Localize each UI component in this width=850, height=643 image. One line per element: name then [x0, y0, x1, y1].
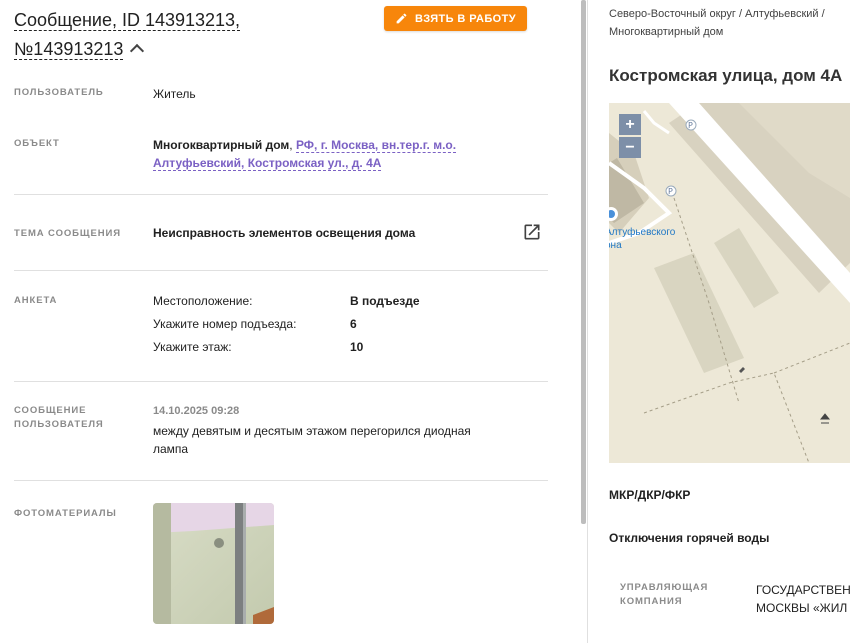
message-label-line-1: СООБЩЕНИЕ	[14, 405, 87, 416]
survey-question: Местоположение:	[153, 294, 253, 308]
object-address-title: Костромская улица, дом 4А	[609, 66, 843, 85]
open-external-icon[interactable]	[522, 222, 542, 242]
survey-answer: В подъезде	[350, 294, 420, 308]
map-place-label: Алтуфьевского она	[609, 226, 675, 252]
map-canvas: P P	[609, 103, 850, 463]
breadcrumb: Северо-Восточный округ / Алтуфьевский / …	[609, 8, 825, 38]
divider	[14, 480, 548, 481]
object-label: ОБЪЕКТ	[14, 138, 60, 149]
survey-label: АНКЕТА	[14, 295, 58, 306]
message-detail-panel: Сообщение, ID 143913213, №143913213 ВЗЯТ…	[0, 0, 585, 643]
survey-question: Укажите этаж:	[153, 340, 232, 354]
uk-label-line-2: КОМПАНИЯ	[620, 596, 683, 607]
message-label-line-2: ПОЛЬЗОВАТЕЛЯ	[14, 419, 104, 430]
uk-value-line-2: МОСКВЫ «ЖИЛ	[756, 601, 848, 615]
uk-value-line-1: ГОСУДАРСТВЕН	[756, 583, 850, 597]
map-place-label-line-2: она	[609, 240, 622, 251]
object-value: Многоквартирный дом, РФ, г. Москва, вн.т…	[153, 136, 548, 172]
divider	[14, 270, 548, 271]
section-hot-water[interactable]: Отключения горячей воды	[609, 531, 769, 545]
photo-image	[153, 503, 274, 624]
svg-text:P: P	[688, 121, 693, 130]
user-value: Житель	[153, 87, 196, 101]
object-sidebar: Северо-Восточный округ / Алтуфьевский / …	[588, 0, 850, 643]
uk-label-line-1: УПРАВЛЯЮЩАЯ	[620, 582, 709, 593]
survey-answer: 6	[350, 317, 357, 331]
zoom-out-button[interactable]: −	[619, 137, 641, 158]
chevron-up-icon[interactable]	[130, 43, 145, 59]
object-type: Многоквартирный дом	[153, 138, 290, 152]
photos-label: ФОТОМАТЕРИАЛЫ	[14, 508, 117, 519]
message-label: СООБЩЕНИЕ ПОЛЬЗОВАТЕЛЯ	[14, 404, 104, 432]
survey-question: Укажите номер подъезда:	[153, 317, 297, 331]
page-title[interactable]: Сообщение, ID 143913213, №143913213	[14, 6, 374, 64]
map-place-label-line-1: Алтуфьевского	[609, 227, 676, 238]
user-label: ПОЛЬЗОВАТЕЛЬ	[14, 87, 104, 98]
topic-label: ТЕМА СООБЩЕНИЯ	[14, 228, 121, 239]
message-text: между девятым и десятым этажом перегорил…	[153, 424, 471, 456]
title-line-1: Сообщение, ID 143913213,	[14, 10, 241, 31]
svg-text:P: P	[668, 187, 673, 196]
section-mkr[interactable]: МКР/ДКР/ФКР	[609, 488, 690, 502]
map[interactable]: P P + − Алтуфьевского она	[609, 103, 850, 463]
object-separator: ,	[289, 138, 296, 152]
survey-answer: 10	[350, 340, 364, 354]
title-line-2: №143913213	[14, 39, 124, 60]
photo-thumbnail[interactable]	[153, 503, 274, 624]
management-company-label: УПРАВЛЯЮЩАЯ КОМПАНИЯ	[620, 581, 708, 609]
topic-value: Неисправность элементов освещения дома	[153, 226, 416, 240]
scrollbar[interactable]	[581, 0, 586, 524]
message-date: 14.10.2025 09:28	[153, 405, 240, 417]
management-company-value: ГОСУДАРСТВЕН МОСКВЫ «ЖИЛ	[756, 581, 850, 617]
divider	[14, 194, 548, 195]
take-to-work-label: ВЗЯТЬ В РАБОТУ	[415, 12, 516, 25]
pencil-icon	[396, 13, 407, 24]
take-to-work-button[interactable]: ВЗЯТЬ В РАБОТУ	[384, 6, 527, 31]
zoom-in-button[interactable]: +	[619, 114, 641, 135]
divider	[14, 381, 548, 382]
